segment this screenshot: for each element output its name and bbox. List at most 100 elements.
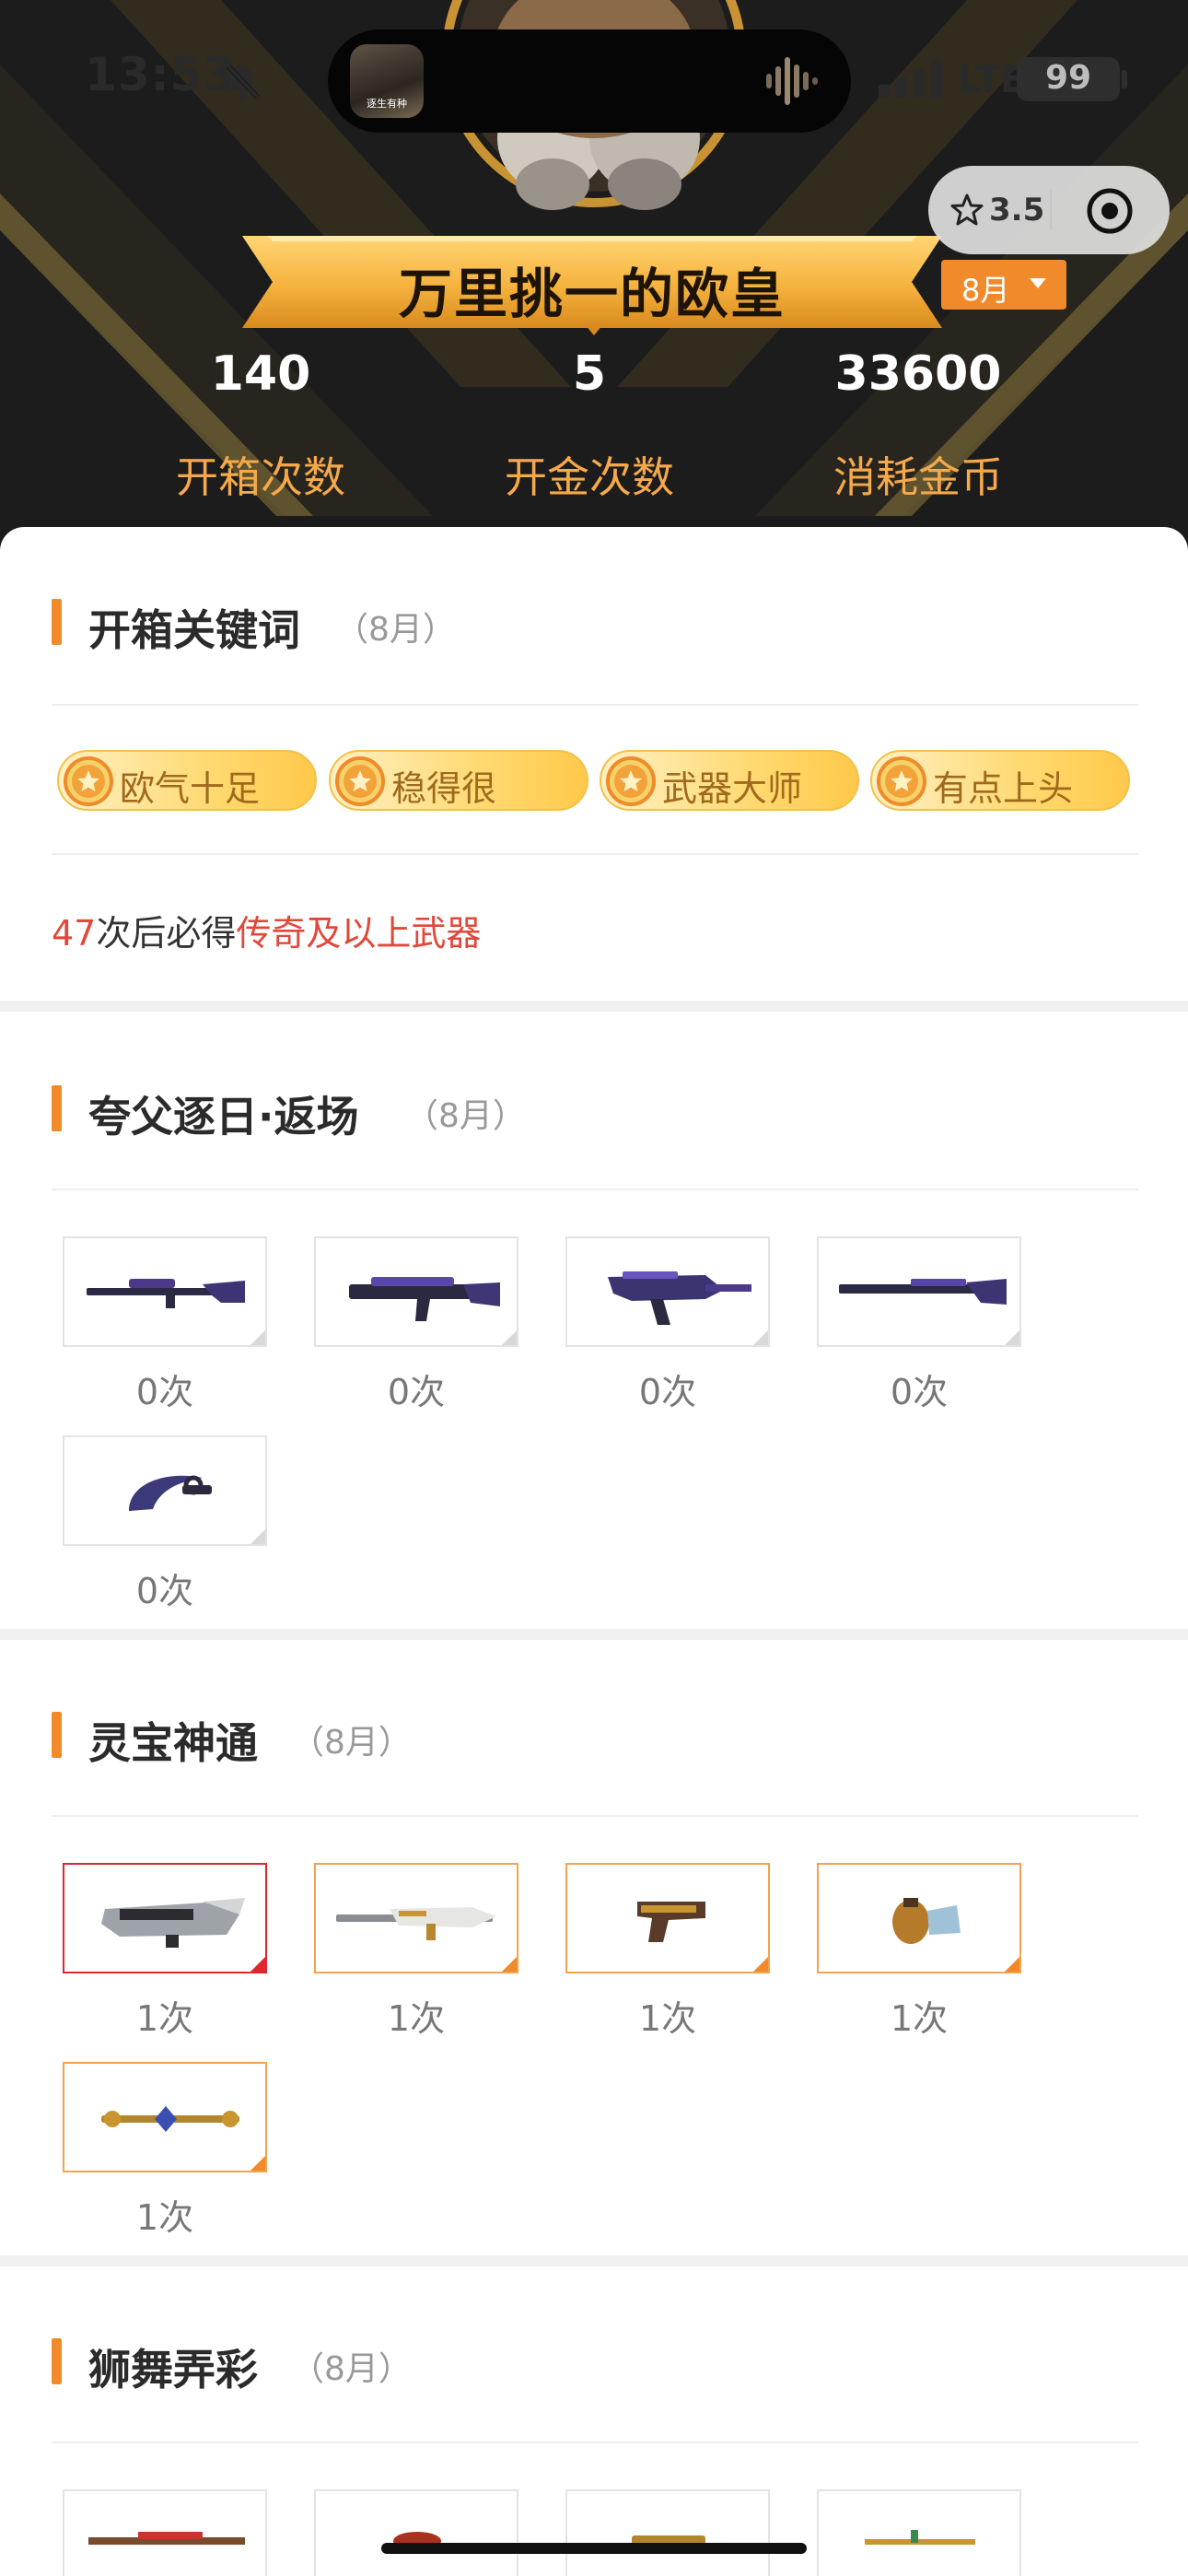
item-corner-mark — [250, 1330, 265, 1345]
battery-cap — [1122, 70, 1127, 88]
item-count: 1次 — [638, 1998, 697, 2039]
cellular-signal-icon — [879, 61, 942, 98]
weapon-item[interactable]: 0次 — [63, 1435, 269, 1613]
item-corner-mark — [1005, 1330, 1019, 1345]
section-accent-bar — [52, 1085, 62, 1131]
keyword-tag: 武器大师 — [600, 750, 859, 811]
section-title: 夸父逐日·返场 — [88, 1092, 359, 1142]
keyword-tag-label: 欧气十足 — [120, 768, 261, 809]
rifle-white-gold-icon — [336, 1907, 496, 1940]
pity-count: 47 — [52, 913, 97, 954]
long-rifle-purple-icon — [839, 1279, 1007, 1305]
stat-value: 140 — [210, 346, 311, 402]
section-gap — [0, 2255, 1188, 2266]
weapon-item[interactable] — [817, 2489, 1023, 2576]
stat-coins-spent: 33600 消耗金币 — [766, 346, 1070, 505]
weapon-image-frame — [63, 1236, 267, 1347]
miniprogram-capsule: 3.5 — [928, 166, 1170, 254]
item-count: 0次 — [638, 1372, 697, 1412]
item-corner-mark — [753, 1330, 768, 1345]
divider — [52, 2441, 1138, 2443]
item-count: 0次 — [135, 1571, 194, 1611]
karambit-purple-icon — [129, 1475, 212, 1511]
weapon-item[interactable]: 0次 — [565, 1236, 772, 1414]
weapon-item[interactable]: 1次 — [63, 1863, 269, 2041]
dynamic-island[interactable]: 逐生有种 — [328, 29, 851, 133]
divider — [52, 704, 1138, 706]
section-accent-bar — [52, 599, 62, 645]
section-subtitle: （8月） — [335, 611, 456, 649]
home-indicator[interactable] — [381, 2543, 807, 2554]
weapon-image-frame — [817, 1863, 1021, 1973]
item-corner-mark — [250, 1529, 265, 1544]
weapon-image-frame — [817, 1236, 1021, 1347]
weapon-item[interactable] — [63, 2489, 269, 2576]
item-corner-mark — [502, 1957, 517, 1972]
hero-header: 13:53 逐生有种 LTE 99 3.5 万里挑一的欧皇 8月 140 开箱次… — [0, 0, 1188, 562]
keyword-tag-label: 有点上头 — [933, 768, 1074, 809]
grenade-gold-icon — [892, 1898, 961, 1944]
stat-gold-count: 5 开金次数 — [437, 346, 741, 505]
item-corner-mark — [250, 1957, 265, 1972]
weapon-item[interactable]: 1次 — [63, 2062, 269, 2240]
item-count: 0次 — [135, 1372, 194, 1412]
item-corner-mark — [250, 2156, 265, 2171]
pity-guarantee-text: 47次后必得传奇及以上武器 — [52, 905, 481, 955]
section-title: 狮舞弄彩 — [88, 2345, 258, 2395]
bell-mute-icon — [226, 64, 261, 100]
divider — [52, 1188, 1138, 1190]
weapon-item[interactable] — [565, 2489, 772, 2576]
weapon-item[interactable]: 0次 — [314, 1236, 520, 1414]
weapon-image-frame — [63, 2489, 267, 2576]
weapon-image-frame — [63, 1863, 267, 1973]
melee-staff-gold-icon — [101, 2106, 239, 2132]
weapon-image-frame — [565, 1236, 770, 1347]
rifle-lion-icon — [88, 2532, 245, 2545]
weapon-item[interactable]: 0次 — [817, 1236, 1023, 1414]
close-target-icon[interactable] — [1085, 186, 1135, 236]
item-count: 1次 — [387, 1998, 446, 2039]
battery-level: 99 — [1044, 59, 1092, 97]
pity-reward: 传奇及以上武器 — [236, 913, 482, 954]
section-accent-bar — [52, 2338, 62, 2384]
star-badge-icon — [877, 756, 926, 806]
weapon-image-frame — [314, 2489, 518, 2576]
keyword-tag: 欧气十足 — [57, 750, 317, 811]
status-time: 13:53 — [85, 48, 237, 101]
star-icon[interactable] — [950, 193, 984, 227]
section-subtitle: （8月） — [291, 1724, 412, 1762]
network-type: LTE — [958, 59, 1026, 101]
game-app-icon[interactable]: 逐生有种 — [350, 44, 424, 118]
weapon-item[interactable]: 1次 — [817, 1863, 1023, 2041]
weapon-image-frame — [63, 1435, 267, 1546]
status-bar: 13:53 逐生有种 LTE 99 — [0, 0, 1188, 157]
section-accent-bar — [52, 1712, 62, 1758]
weapon-image-frame — [63, 2062, 267, 2172]
divider — [52, 1815, 1138, 1817]
month-selector[interactable]: 8月 — [941, 260, 1066, 310]
weapon-item[interactable]: 1次 — [565, 1863, 772, 2041]
rating-value: 3.5 — [989, 192, 1045, 228]
weapon-image-frame — [817, 2489, 1021, 2576]
star-badge-icon — [335, 756, 385, 806]
weapon-red-icon — [393, 2532, 441, 2550]
assault-rifle-purple-icon — [349, 1277, 500, 1321]
item-corner-mark — [1005, 1957, 1019, 1972]
section-gap — [0, 1629, 1188, 1640]
weapon-image-frame — [314, 1236, 518, 1347]
capsule-divider — [1050, 190, 1052, 230]
weapon-item[interactable] — [314, 2489, 520, 2576]
stat-value: 5 — [572, 346, 607, 402]
stat-value: 33600 — [834, 346, 1002, 402]
voice-waveform-icon — [766, 57, 818, 105]
item-count: 1次 — [135, 1998, 194, 2039]
item-corner-mark — [502, 1330, 517, 1345]
stat-label: 开金次数 — [505, 452, 674, 502]
stat-open-count: 140 开箱次数 — [109, 346, 413, 505]
section-gap — [0, 1001, 1188, 1012]
rank-title: 万里挑一的欧皇 — [398, 263, 786, 325]
section-subtitle: （8月） — [405, 1097, 526, 1135]
weapon-item[interactable]: 0次 — [63, 1236, 269, 1414]
weapon-item[interactable]: 1次 — [314, 1863, 520, 2041]
stat-label: 消耗金币 — [833, 452, 1003, 502]
